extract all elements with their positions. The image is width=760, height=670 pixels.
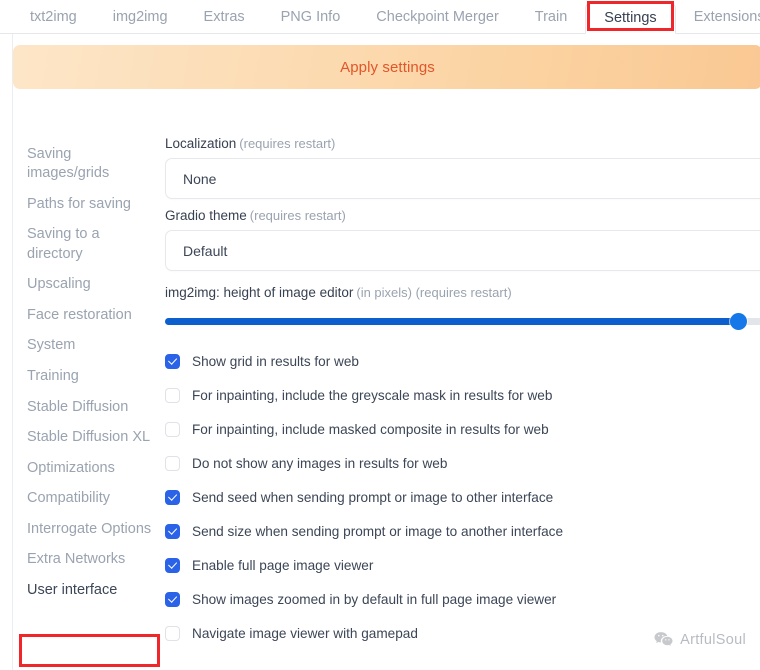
apply-settings-button[interactable]: Apply settings	[13, 45, 760, 89]
sidebar-item-interrogate-options[interactable]: Interrogate Options	[27, 514, 153, 545]
checkbox-row[interactable]: Enable full page image viewer	[165, 549, 760, 583]
gradio-theme-value: Default	[183, 242, 228, 259]
sidebar-item-paths-for-saving[interactable]: Paths for saving	[27, 189, 153, 220]
apply-settings-label: Apply settings	[340, 58, 435, 76]
sidebar-item-saving-to-a-directory[interactable]: Saving to a directory	[27, 220, 153, 270]
sidebar-item-face-restoration[interactable]: Face restoration	[27, 300, 153, 331]
localization-field: Localization (requires restart) None	[165, 136, 760, 200]
main-tab-bar: txt2img img2img Extras PNG Info Checkpoint M…	[0, 0, 760, 34]
localization-hint: (requires restart)	[239, 136, 336, 151]
checkbox-label: For inpainting, include masked composite…	[192, 421, 549, 437]
checkbox-label: Do not show any images in results for we…	[192, 455, 448, 471]
sidebar-item-upscaling[interactable]: Upscaling	[27, 270, 153, 301]
img2img-height-field: img2img: height of image editor (in pixel…	[165, 285, 760, 330]
tab-txt2img[interactable]: txt2img	[14, 9, 95, 34]
gradio-theme-dropdown[interactable]: Default	[165, 230, 760, 272]
checkbox-row[interactable]: Navigate image viewer with gamepad	[165, 617, 760, 651]
user-interface-highlight-annotation	[19, 634, 160, 667]
checkbox-row[interactable]: Show images zoomed in by default in full…	[165, 583, 760, 617]
localization-label: Localization (requires restart)	[165, 136, 760, 152]
slider-thumb[interactable]	[729, 312, 747, 330]
tab-extras[interactable]: Extras	[186, 9, 263, 34]
settings-body: Saving images/grids Paths for saving Savin…	[13, 132, 760, 670]
settings-main-column: Localization (requires restart) None Grad…	[161, 132, 760, 670]
checkbox-checked-icon[interactable]	[165, 490, 180, 506]
slider-fill	[165, 317, 739, 325]
sidebar-item-saving-images-grids[interactable]: Saving images/grids	[27, 139, 153, 189]
gradio-theme-hint: (requires restart)	[249, 208, 346, 224]
checkbox-label: For inpainting, include the greyscale ma…	[192, 387, 553, 403]
sidebar-item-compatibility[interactable]: Compatibility	[27, 484, 153, 515]
tab-png-info[interactable]: PNG Info	[263, 9, 359, 34]
checkbox-checked-icon[interactable]	[165, 354, 180, 370]
gradio-theme-field: Gradio theme (requires restart) Default	[165, 208, 760, 272]
checkbox-row[interactable]: Do not show any images in results for we…	[165, 447, 760, 481]
checkbox-label: Show images zoomed in by default in full…	[192, 591, 557, 607]
img2img-height-slider[interactable]	[165, 312, 760, 330]
tab-settings[interactable]: Settings	[585, 1, 676, 34]
settings-page: txt2img img2img Extras PNG Info Checkpoint M…	[0, 0, 760, 670]
localization-dropdown[interactable]: None	[165, 158, 760, 200]
checkbox-unchecked-icon[interactable]	[165, 422, 180, 438]
sidebar-item-stable-diffusion[interactable]: Stable Diffusion	[27, 392, 153, 423]
sidebar-item-system[interactable]: System	[27, 331, 153, 362]
checkbox-group: Show grid in results for web For inpainti…	[165, 345, 760, 651]
tab-train[interactable]: Train	[517, 9, 586, 34]
settings-sidebar: Saving images/grids Paths for saving Savin…	[13, 132, 161, 670]
sidebar-item-user-interface[interactable]: User interface	[27, 575, 153, 606]
checkbox-checked-icon[interactable]	[165, 558, 180, 574]
tab-extensions[interactable]: Extensions	[676, 9, 760, 34]
checkbox-label: Send seed when sending prompt or image t…	[192, 489, 554, 505]
checkbox-unchecked-icon[interactable]	[165, 456, 180, 472]
checkbox-row[interactable]: Show grid in results for web	[165, 345, 760, 379]
gradio-theme-label-text: Gradio theme	[165, 208, 247, 224]
checkbox-row[interactable]: Send size when sending prompt or image t…	[165, 515, 760, 549]
localization-value: None	[183, 170, 217, 187]
sidebar-item-extra-networks[interactable]: Extra Networks	[27, 545, 153, 576]
checkbox-label: Enable full page image viewer	[192, 557, 374, 573]
checkbox-checked-icon[interactable]	[165, 524, 180, 540]
localization-label-text: Localization	[165, 136, 237, 151]
img2img-height-label-text: img2img: height of image editor	[165, 285, 354, 301]
checkbox-checked-icon[interactable]	[165, 592, 180, 608]
checkbox-row[interactable]: For inpainting, include masked composite…	[165, 413, 760, 447]
sidebar-item-optimizations[interactable]: Optimizations	[27, 453, 153, 484]
checkbox-label: Send size when sending prompt or image t…	[192, 523, 564, 539]
checkbox-unchecked-icon[interactable]	[165, 626, 180, 642]
settings-panel: Apply settings Saving images/grids Paths …	[12, 34, 760, 670]
gradio-theme-label: Gradio theme (requires restart)	[165, 208, 760, 224]
tab-checkpoint-merger[interactable]: Checkpoint Merger	[358, 9, 517, 34]
checkbox-unchecked-icon[interactable]	[165, 388, 180, 404]
sidebar-item-stable-diffusion-xl[interactable]: Stable Diffusion XL	[27, 423, 153, 454]
checkbox-label: Show grid in results for web	[192, 353, 359, 369]
sidebar-item-training[interactable]: Training	[27, 362, 153, 393]
img2img-height-label: img2img: height of image editor (in pixel…	[165, 285, 760, 301]
checkbox-label: Navigate image viewer with gamepad	[192, 625, 418, 641]
checkbox-row[interactable]: Send seed when sending prompt or image t…	[165, 481, 760, 515]
checkbox-row[interactable]: For inpainting, include the greyscale ma…	[165, 379, 760, 413]
img2img-height-hint: (in pixels) (requires restart)	[356, 285, 512, 301]
tab-img2img[interactable]: img2img	[95, 9, 186, 34]
